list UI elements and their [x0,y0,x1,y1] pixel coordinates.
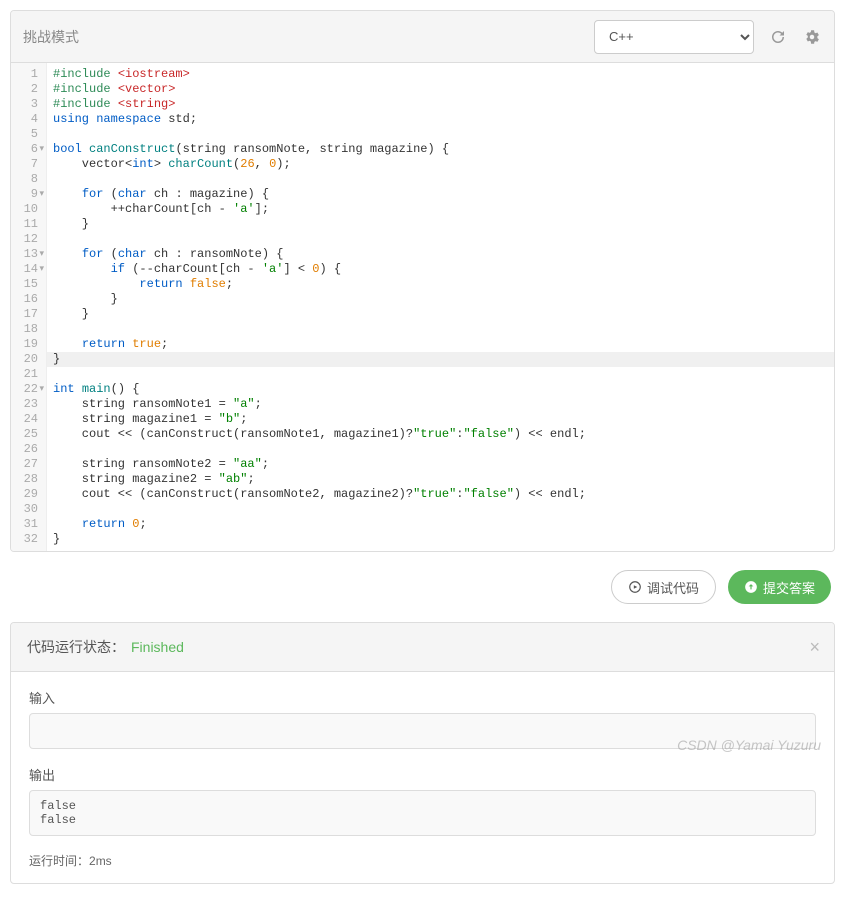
result-header: 代码运行状态： Finished × [11,623,834,672]
gear-icon[interactable] [802,27,822,47]
result-panel: 代码运行状态： Finished × 输入 输出 false false 运行时… [10,622,835,884]
editor-header: 挑战模式 C++ [11,11,834,63]
line-gutter: 1234567891011121314151617181920212223242… [11,63,47,551]
editor-panel: 挑战模式 C++ 1234567891011121314151617181920… [10,10,835,552]
input-label: 输入 [29,688,816,707]
status-value: Finished [131,639,184,655]
code-area[interactable]: #include <iostream>#include <vector>#inc… [47,63,834,551]
mode-title: 挑战模式 [23,27,594,47]
refresh-icon[interactable] [768,27,788,47]
submit-button[interactable]: 提交答案 [728,570,831,604]
language-select[interactable]: C++ [594,20,754,54]
debug-label: 调试代码 [647,578,699,597]
close-icon[interactable]: × [809,637,820,658]
code-editor[interactable]: 1234567891011121314151617181920212223242… [11,63,834,551]
output-label: 输出 [29,765,816,784]
play-circle-icon [628,580,642,594]
upload-icon [744,580,758,594]
submit-label: 提交答案 [763,578,815,597]
status-label: 代码运行状态： [27,637,125,657]
header-controls: C++ [594,20,822,54]
input-well [29,713,816,749]
result-body: 输入 输出 false false 运行时间：2ms [11,672,834,883]
action-bar: 调试代码 提交答案 [10,570,835,604]
runtime-text: 运行时间：2ms [29,852,816,869]
output-well: false false [29,790,816,836]
debug-button[interactable]: 调试代码 [611,570,716,604]
